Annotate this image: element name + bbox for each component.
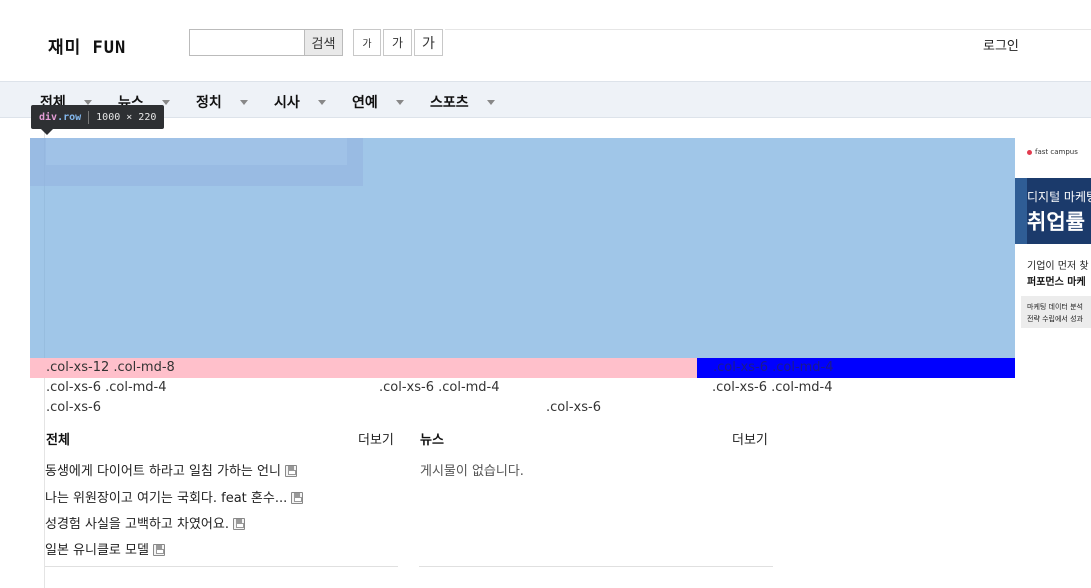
grid-label: .col-xs-12 .col-md-8	[46, 360, 175, 375]
tooltip-class: .row	[57, 111, 82, 123]
nav-item-entertainment[interactable]: 연예	[352, 92, 404, 112]
tooltip-separator	[88, 110, 90, 124]
ad-small-text-1: 마케팅 데이터 분석	[1027, 303, 1083, 311]
tooltip-size: 1000 × 220	[96, 111, 157, 123]
nav-item-sports[interactable]: 스포츠	[430, 92, 495, 112]
nav-item-label: 연예	[352, 95, 378, 111]
search-form: 검색	[189, 29, 343, 56]
grid-label: .col-xs-6 .col-md-4	[46, 380, 167, 395]
nav-item-current-affairs[interactable]: 시사	[274, 92, 326, 112]
font-size-large-button[interactable]: 가	[414, 29, 443, 56]
nav-item-label: 정치	[196, 95, 222, 111]
nav-item-label: 시사	[274, 95, 300, 111]
devtools-padding-highlight	[46, 138, 347, 165]
grid-label: .col-xs-6	[546, 400, 601, 415]
ad-headline-1: 디지털 마케팅	[1027, 190, 1091, 204]
ad-small-text-2: 전략 수립에서 성과	[1027, 315, 1083, 323]
board-divider	[45, 566, 398, 567]
ad-text-2: 퍼포먼스 마케	[1027, 277, 1086, 288]
caret-down-icon	[239, 99, 248, 105]
floppy-disk-icon	[232, 517, 245, 530]
list-item[interactable]: 성경험 사실을 고백하고 차였어요.	[45, 513, 245, 532]
ad-brand: fast campus	[1027, 148, 1078, 156]
ad-brand-name: fast campus	[1035, 148, 1078, 156]
nav-item-label: 스포츠	[430, 95, 469, 111]
nav-item-politics[interactable]: 정치	[196, 92, 248, 112]
search-button[interactable]: 검색	[304, 29, 343, 56]
header-divider	[445, 29, 1091, 30]
grid-label: .col-xs-6	[46, 400, 101, 415]
list-item[interactable]: 일본 유니클로 모델	[45, 539, 165, 558]
post-title: 성경험 사실을 고백하고 차였어요.	[45, 517, 229, 532]
font-size-medium-button[interactable]: 가	[383, 29, 412, 56]
board-divider	[419, 566, 773, 567]
brand-dot-icon	[1027, 149, 1032, 155]
board-more-news-link[interactable]: 더보기	[732, 429, 768, 448]
list-item[interactable]: 동생에게 다이어트 하라고 일침 가하는 언니	[45, 460, 297, 479]
ad-text-1: 기업이 먼저 찾	[1027, 261, 1089, 272]
caret-down-icon	[395, 99, 404, 105]
floppy-disk-icon	[291, 491, 304, 504]
devtools-tooltip: div .row 1000 × 220	[31, 105, 165, 135]
side-ad-banner[interactable]: fast campus 디지털 마케팅 취업률 기업이 먼저 찾 퍼포먼스 마케…	[1015, 118, 1091, 588]
font-size-controls: 가 가 가	[353, 29, 443, 56]
tooltip-tag: div	[39, 111, 58, 123]
post-title: 동생에게 다이어트 하라고 일침 가하는 언니	[45, 464, 281, 479]
font-size-small-button[interactable]: 가	[353, 29, 381, 56]
caret-down-icon	[317, 99, 326, 105]
caret-down-icon	[486, 99, 495, 105]
ad-banner-edge	[1015, 178, 1027, 244]
board-title-all: 전체	[46, 433, 70, 448]
login-link[interactable]: 로그인	[983, 35, 1019, 54]
caret-down-icon	[83, 99, 92, 105]
floppy-disk-icon	[284, 464, 297, 477]
board-title-news: 뉴스	[420, 433, 444, 448]
ad-headline-2: 취업률	[1027, 210, 1085, 234]
grid-label: .col-xs-6 .col-md-4	[712, 380, 833, 395]
floppy-disk-icon	[152, 543, 165, 556]
site-logo[interactable]: 재미 FUN	[48, 33, 126, 58]
post-title: 일본 유니클로 모델	[45, 543, 149, 558]
search-input[interactable]	[189, 29, 304, 56]
post-title: 나는 위원장이고 여기는 국회다. feat 혼수...	[45, 491, 288, 506]
board-more-all-link[interactable]: 더보기	[358, 429, 394, 448]
empty-board-message: 게시물이 없습니다.	[420, 464, 524, 479]
grid-label: .col-xs-6 .col-md-4	[379, 380, 500, 395]
caret-down-icon	[161, 99, 170, 105]
list-item[interactable]: 나는 위원장이고 여기는 국회다. feat 혼수...	[45, 487, 304, 506]
grid-label: .col-xs-6 .col-md-4	[713, 360, 834, 375]
